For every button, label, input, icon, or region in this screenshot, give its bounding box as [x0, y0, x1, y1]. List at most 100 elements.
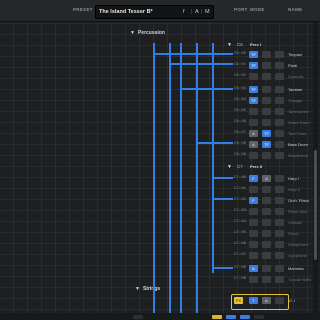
chevron-down-icon[interactable]: ▼: [227, 42, 232, 48]
bottom-button[interactable]: [254, 315, 264, 319]
instrument-name: Piatti: [288, 63, 297, 68]
preset-option-m[interactable]: M: [205, 9, 210, 15]
bottom-button[interactable]: [240, 315, 250, 319]
mode-cell[interactable]: [249, 276, 258, 283]
preset-divider: |: [191, 9, 193, 15]
mode-cell[interactable]: [262, 276, 271, 283]
mode-cell[interactable]: [275, 141, 284, 148]
mode-cell[interactable]: [275, 276, 284, 283]
mode-cell[interactable]: [262, 208, 271, 215]
row-number: C7:04: [234, 220, 247, 224]
mode-cell[interactable]: [262, 197, 271, 204]
mode-cell[interactable]: [262, 62, 271, 69]
section-strings-label: Strings: [142, 286, 161, 292]
mode-toggle[interactable]: F: [249, 175, 258, 182]
mode-cell[interactable]: [275, 230, 284, 237]
mode-cell[interactable]: [262, 97, 271, 104]
mode-cell[interactable]: [275, 208, 284, 215]
mode-cell[interactable]: [249, 152, 258, 159]
mode-cell[interactable]: [249, 208, 258, 215]
mode-cell[interactable]: [275, 97, 284, 104]
routing-grid[interactable]: [0, 22, 320, 320]
mode-cell[interactable]: [275, 108, 284, 115]
mode-cell[interactable]: [262, 51, 271, 58]
mode-cell[interactable]: [262, 108, 271, 115]
chevron-down-icon[interactable]: ▼: [135, 286, 140, 292]
row-number: C6:08: [234, 142, 247, 146]
mode-cell[interactable]: [275, 175, 284, 182]
mode-cell[interactable]: [262, 73, 271, 80]
mode-toggle[interactable]: TF: [262, 130, 271, 137]
mode-toggle[interactable]: A: [249, 141, 258, 148]
mode-cell[interactable]: [249, 219, 258, 226]
mode-cell[interactable]: [275, 152, 284, 159]
mode-cell[interactable]: [275, 86, 284, 93]
row-number: C6:00: [234, 52, 247, 56]
mode-cell[interactable]: [275, 62, 284, 69]
mode-toggle[interactable]: TF: [249, 86, 258, 93]
mode-cell[interactable]: [262, 219, 271, 226]
mode-cell[interactable]: [262, 86, 271, 93]
mode-cell[interactable]: [275, 297, 284, 304]
instrument-name: Timpani: [288, 52, 303, 57]
mode-cell[interactable]: [249, 119, 258, 126]
mode-cell[interactable]: [249, 186, 258, 193]
mode-cell[interactable]: [249, 108, 258, 115]
mode-cell[interactable]: [249, 73, 258, 80]
mode-cell[interactable]: [275, 219, 284, 226]
scrollbar-thumb[interactable]: [314, 150, 317, 260]
routing-line: [153, 43, 155, 313]
mode-toggle[interactable]: TF: [249, 51, 258, 58]
mode-toggle[interactable]: A: [262, 297, 271, 304]
bottom-button[interactable]: [133, 315, 143, 319]
preset-name: The Island Tesser B*: [99, 9, 153, 15]
routing-line: [153, 53, 233, 55]
row-number: C7:03: [234, 209, 247, 213]
mode-toggle[interactable]: A: [249, 265, 258, 272]
mode-cell[interactable]: [275, 130, 284, 137]
bottom-button[interactable]: [226, 315, 236, 319]
mode-cell[interactable]: [262, 186, 271, 193]
mode-cell[interactable]: [249, 241, 258, 248]
mode-toggle[interactable]: TF: [249, 62, 258, 69]
mode-toggle[interactable]: A: [262, 175, 271, 182]
instrument-name: Woodblock: [288, 153, 308, 158]
mode-toggle[interactable]: A: [249, 130, 258, 137]
mode-toggle[interactable]: FX: [234, 297, 243, 304]
mode-cell[interactable]: [275, 252, 284, 259]
mode-cell[interactable]: [275, 197, 284, 204]
row-number: C6:04: [234, 98, 247, 102]
mode-toggle[interactable]: TF: [249, 97, 258, 104]
bottom-toolbar: [0, 313, 320, 320]
chevron-down-icon[interactable]: ▼: [130, 30, 135, 36]
preset-option-f[interactable]: f: [183, 9, 185, 15]
chevron-down-icon[interactable]: ▼: [227, 164, 232, 170]
mode-cell[interactable]: [262, 241, 271, 248]
mode-cell[interactable]: [262, 230, 271, 237]
mode-cell[interactable]: [275, 51, 284, 58]
bottom-button[interactable]: [212, 315, 222, 319]
mode-cell[interactable]: [275, 186, 284, 193]
mode-cell[interactable]: [262, 152, 271, 159]
mode-toggle[interactable]: T: [249, 297, 258, 304]
routing-line: [196, 142, 233, 144]
mode-cell[interactable]: [275, 241, 284, 248]
section-strings[interactable]: ▼ Strings: [135, 286, 160, 292]
mode-cell[interactable]: [275, 265, 284, 272]
preset-selector[interactable]: The Island Tesser B* f | A | M: [95, 5, 214, 19]
instrument-name: Tambourine: [288, 109, 309, 114]
preset-option-a[interactable]: A: [195, 9, 199, 15]
mode-cell[interactable]: [262, 119, 271, 126]
mode-toggle[interactable]: TF: [262, 141, 271, 148]
instrument-name: Vibraphone: [288, 242, 309, 247]
mode-cell[interactable]: [275, 73, 284, 80]
mode-cell[interactable]: [262, 252, 271, 259]
row-number: C7:00: [234, 176, 247, 180]
section-percussion[interactable]: ▼ Percussion: [130, 30, 165, 36]
mode-toggle[interactable]: F: [249, 197, 258, 204]
mode-cell[interactable]: [262, 265, 271, 272]
mode-cell[interactable]: [249, 252, 258, 259]
mode-cell[interactable]: [249, 230, 258, 237]
instrument-name: Piano Mini: [288, 209, 307, 214]
mode-cell[interactable]: [275, 119, 284, 126]
